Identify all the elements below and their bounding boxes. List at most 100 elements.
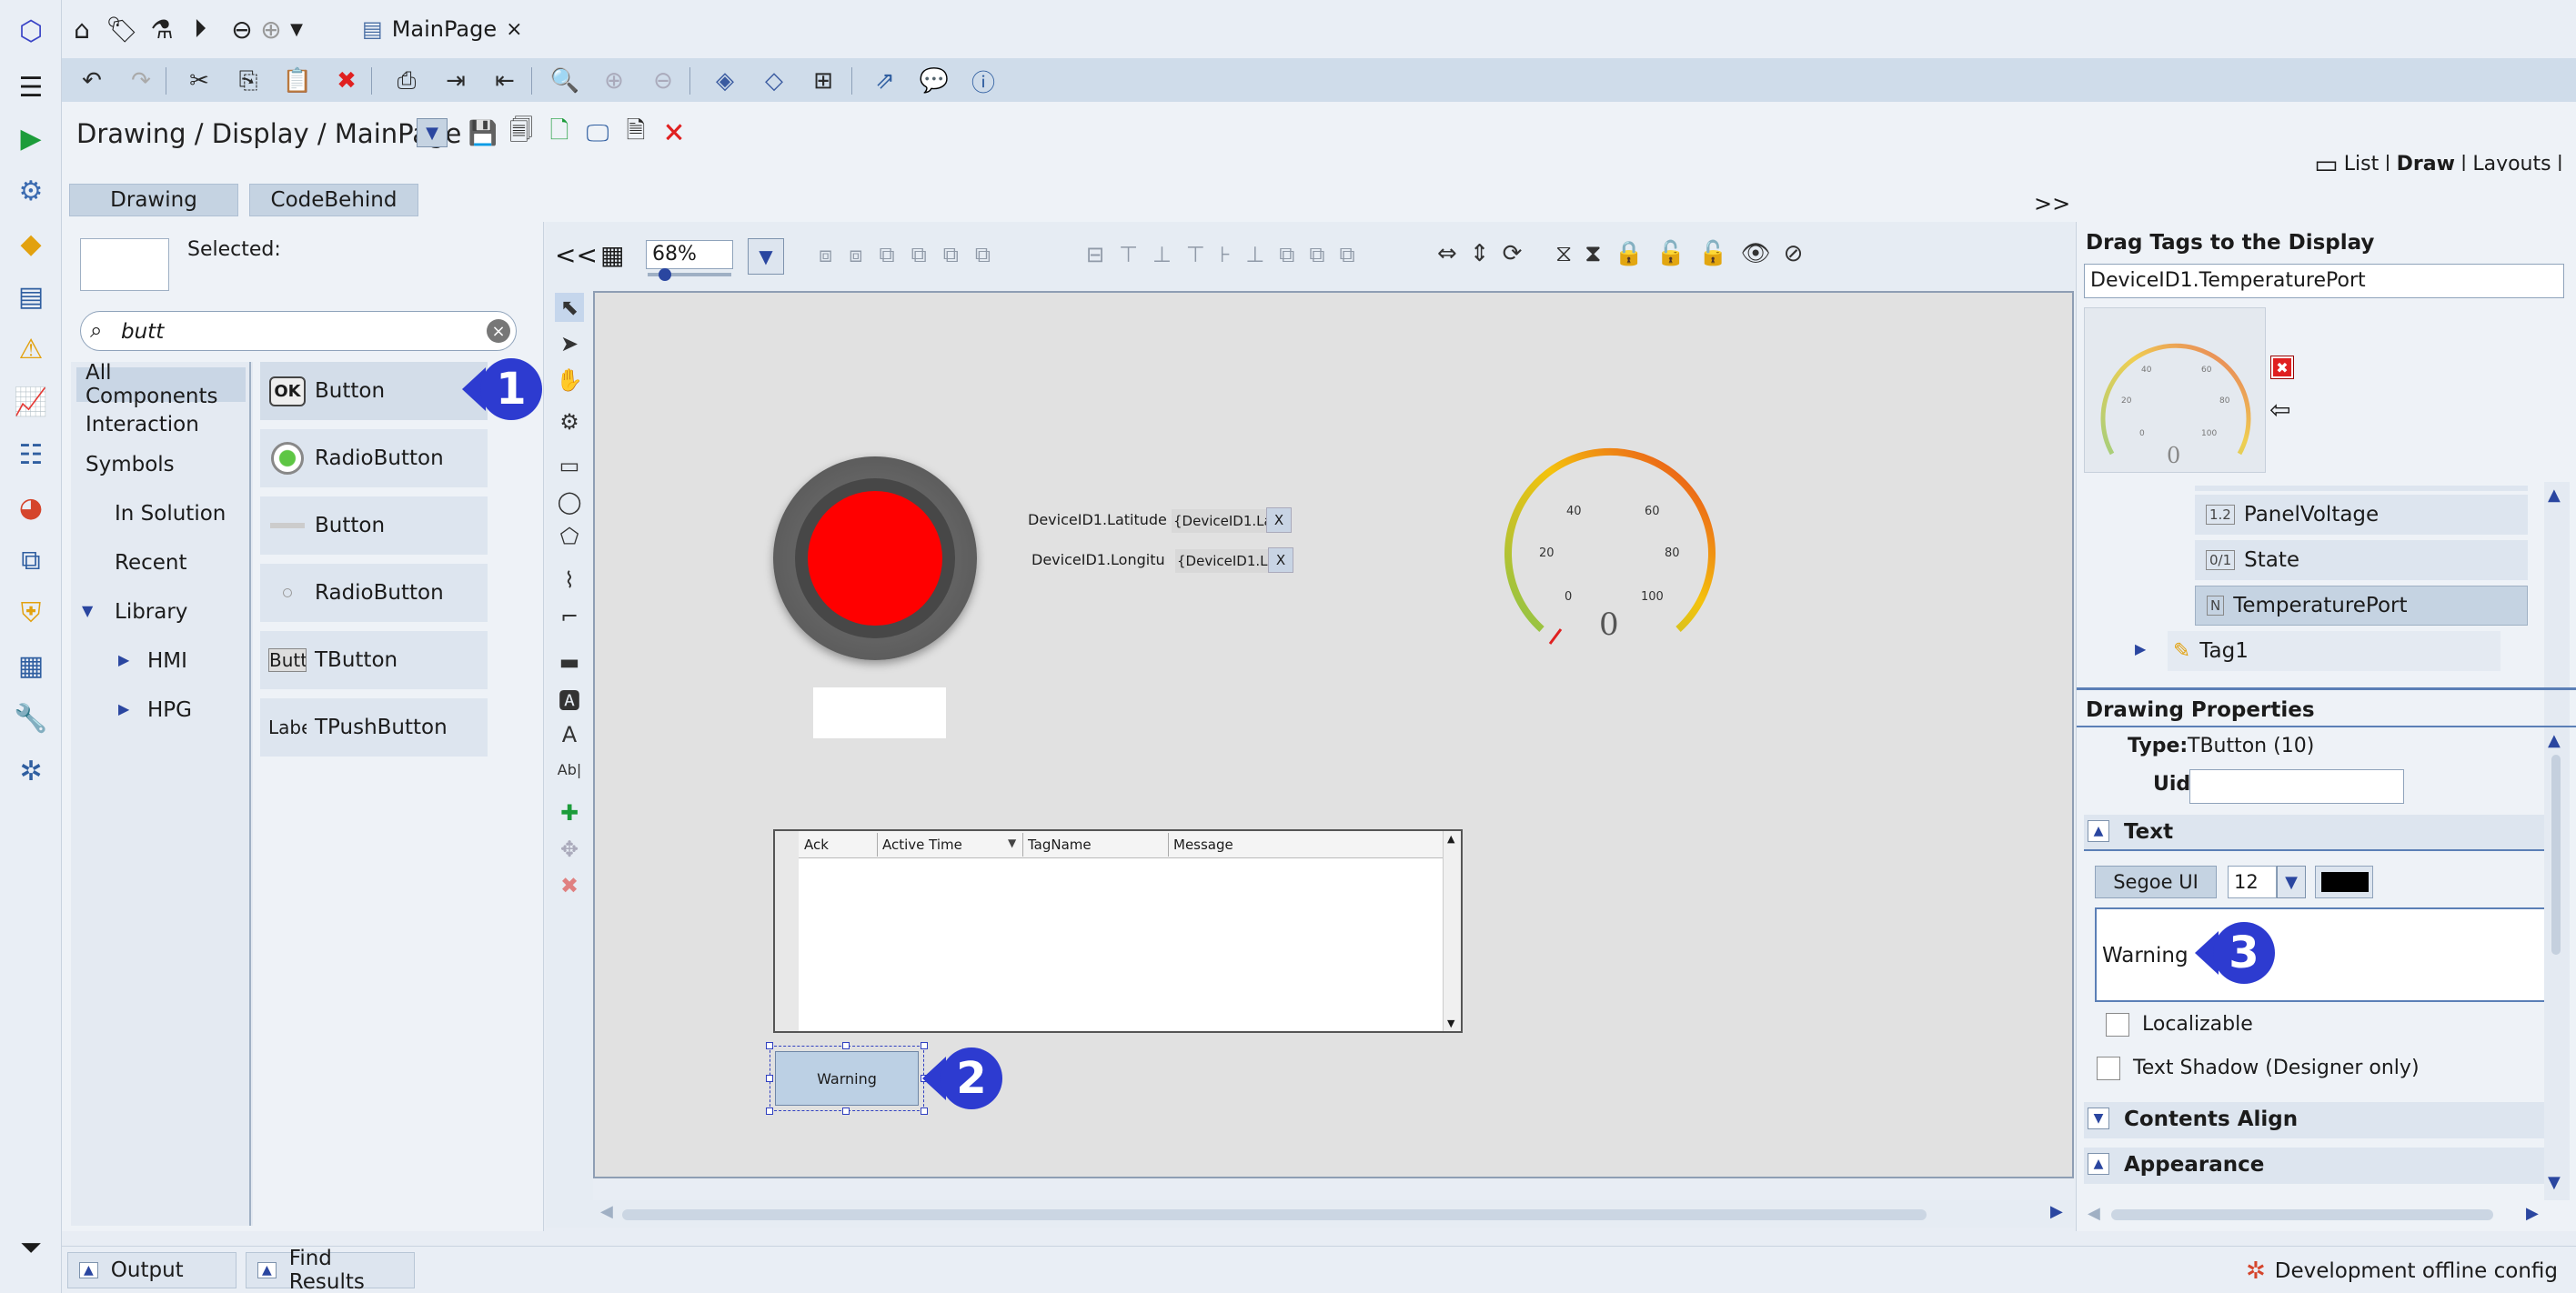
displays-icon[interactable]: ▦ bbox=[13, 647, 49, 684]
collapse-panel-button[interactable]: << bbox=[555, 240, 598, 270]
close-tab-icon[interactable]: × bbox=[506, 18, 522, 41]
output-button[interactable]: ▲ Output bbox=[67, 1252, 236, 1288]
text-tool-icon[interactable]: A bbox=[555, 720, 584, 749]
flip-lock-tools[interactable]: ⧖⧗🔒🔓🔓👁⊘ bbox=[1555, 240, 1816, 268]
search-input[interactable]: butt bbox=[121, 320, 164, 344]
component-item-tpushbutton[interactable]: Labe TPushButton bbox=[260, 698, 488, 757]
copy-icon[interactable]: ⎘ bbox=[233, 65, 264, 96]
properties-icon[interactable]: 🗎 bbox=[620, 117, 651, 149]
push-button-label-box[interactable] bbox=[813, 687, 946, 738]
component-item-tbutton[interactable]: Butt TButton bbox=[260, 631, 488, 689]
select-pointer-icon[interactable]: ⬉ bbox=[555, 293, 584, 322]
font-size-field[interactable]: 12 bbox=[2228, 866, 2277, 898]
zoom-dropdown-button[interactable]: ▼ bbox=[748, 238, 784, 275]
print-icon[interactable]: ⎙ bbox=[391, 65, 422, 96]
cut-icon[interactable]: ✂ bbox=[184, 65, 215, 96]
reports-icon[interactable]: ◕ bbox=[13, 489, 49, 526]
expand-hpg-icon[interactable]: ▶ bbox=[118, 700, 129, 717]
tags-icon[interactable]: ◆ bbox=[13, 226, 49, 262]
help-icon[interactable]: ⓘ bbox=[968, 65, 999, 97]
component-search-field[interactable]: ⌕ butt × bbox=[80, 311, 517, 351]
save-icon[interactable]: 💾 bbox=[468, 118, 498, 149]
text-section-header[interactable]: ▲ Text bbox=[2084, 815, 2557, 851]
settings-gear-icon[interactable]: ⚙ bbox=[13, 173, 49, 209]
component-item-radiobutton[interactable]: RadioButton bbox=[260, 429, 488, 487]
tag-icon[interactable]: 🏷 bbox=[106, 13, 138, 45]
label-tool-icon[interactable]: Ab| bbox=[555, 755, 584, 784]
home-icon[interactable]: ⌂ bbox=[65, 13, 98, 45]
zoom-in-icon[interactable]: ⊕ bbox=[599, 65, 629, 96]
devices-icon[interactable]: ▤ bbox=[13, 278, 49, 315]
zoom-input[interactable]: 68% bbox=[646, 240, 733, 269]
properties-scrollbar[interactable]: ▲ ▼ bbox=[2544, 727, 2570, 1200]
save-all-icon[interactable]: 🗐 bbox=[506, 117, 537, 149]
import-icon[interactable]: ⇥ bbox=[440, 65, 471, 96]
redo-icon[interactable]: ↷ bbox=[126, 65, 156, 96]
tag-item-temperatureport[interactable]: N TemperaturePort bbox=[2195, 586, 2528, 626]
contents-align-section-header[interactable]: ▼ Contents Align bbox=[2084, 1102, 2557, 1138]
scroll-right-icon[interactable]: ▶ bbox=[2050, 1202, 2063, 1221]
grid-icon[interactable]: ▦ bbox=[600, 240, 624, 270]
build-icon[interactable]: ⚗ bbox=[146, 13, 178, 45]
history-dropdown-icon[interactable]: ▼ bbox=[280, 13, 313, 45]
alarm-viewer[interactable]: Ack Active Time ▼ TagName Message ▲ ▼ bbox=[773, 829, 1463, 1033]
tag-folder-tag1[interactable]: ✎ Tag1 bbox=[2168, 631, 2501, 671]
open-external-icon[interactable]: ⇗ bbox=[870, 65, 901, 96]
close-display-icon[interactable]: 🗙 bbox=[659, 117, 689, 149]
historian-icon[interactable]: 📈 bbox=[13, 384, 49, 420]
run-startup-icon[interactable]: ⏵ bbox=[184, 13, 216, 45]
category-interaction[interactable]: Interaction bbox=[76, 407, 246, 442]
add-point-icon[interactable]: ✚ bbox=[555, 798, 584, 827]
component-item-radiobutton-2[interactable]: RadioButton bbox=[260, 564, 488, 622]
properties-horizontal-scrollbar[interactable]: ◀ ▶ bbox=[2084, 1202, 2557, 1226]
resize-handle[interactable] bbox=[766, 1042, 773, 1049]
app-logo-icon[interactable]: ⬡ bbox=[13, 13, 49, 49]
localizable-checkbox[interactable] bbox=[2106, 1013, 2129, 1037]
latitude-value[interactable]: {DeviceID1.Lat bbox=[1172, 509, 1266, 533]
resize-handle[interactable] bbox=[842, 1042, 850, 1049]
find-icon[interactable]: 🔍 bbox=[549, 65, 580, 96]
component-item-button[interactable]: OK Button bbox=[260, 362, 488, 420]
alignment-tools[interactable]: ⊟⊤⊥⊤⊦⊥⧉⧉⧉ bbox=[1086, 242, 1370, 267]
latitude-clear-button[interactable]: X bbox=[1266, 507, 1292, 533]
tag-edit-icon[interactable]: ◇ bbox=[759, 65, 790, 96]
config-status[interactable]: ✲ Development offline config bbox=[2246, 1258, 2558, 1285]
text-shadow-checkbox[interactable] bbox=[2097, 1057, 2120, 1080]
button-tool-icon[interactable]: ▬ bbox=[555, 647, 584, 677]
breadcrumb-dropdown-button[interactable]: ▼ bbox=[417, 118, 448, 147]
transform-tools[interactable]: ⇔⇕⟳ bbox=[1437, 240, 1535, 267]
move-point-icon[interactable]: ✥ bbox=[555, 835, 584, 864]
find-results-button[interactable]: ▲ Find Results bbox=[246, 1247, 415, 1293]
column-active-time[interactable]: Active Time bbox=[882, 837, 962, 853]
tab-codebehind[interactable]: CodeBehind bbox=[249, 184, 418, 216]
expand-panel-button[interactable]: >> bbox=[2034, 191, 2070, 216]
remove-point-icon[interactable]: ✖ bbox=[555, 871, 584, 900]
scroll-thumb[interactable] bbox=[622, 1209, 1927, 1220]
component-item-button-2[interactable]: Button bbox=[260, 496, 488, 555]
datasets-icon[interactable]: ☷ bbox=[13, 436, 49, 473]
new-display-icon[interactable]: 🗋 bbox=[544, 117, 575, 149]
panel-splitter[interactable] bbox=[249, 362, 251, 1226]
scroll-left-icon[interactable]: ◀ bbox=[600, 1202, 613, 1221]
scripts-icon[interactable]: ⧉ bbox=[13, 542, 49, 578]
properties-gear-icon[interactable]: ⚙ bbox=[555, 407, 584, 436]
red-push-button[interactable] bbox=[773, 456, 977, 660]
resize-handle[interactable] bbox=[766, 1075, 773, 1082]
comment-icon[interactable]: 💬 bbox=[919, 65, 950, 96]
tab-drawing[interactable]: Drawing bbox=[69, 184, 238, 216]
resize-handle[interactable] bbox=[766, 1108, 773, 1115]
apply-tag-arrow-icon[interactable]: ⇦ bbox=[2269, 395, 2290, 425]
polygon-tool-icon[interactable]: ⬠ bbox=[555, 522, 584, 551]
alarm-vertical-scrollbar[interactable]: ▲ ▼ bbox=[1443, 831, 1461, 1031]
expand-contents-align-icon[interactable]: ▼ bbox=[2088, 1108, 2109, 1129]
tag-item-state[interactable]: 0/1 State bbox=[2195, 540, 2528, 580]
tag-item-panelvoltage[interactable]: 1.2 PanelVoltage bbox=[2195, 495, 2528, 535]
tools-icon[interactable]: 🔧 bbox=[13, 700, 49, 737]
hierarchy-icon[interactable]: ⊞ bbox=[808, 65, 839, 96]
ellipse-tool-icon[interactable]: ◯ bbox=[555, 487, 584, 516]
hamburger-menu-icon[interactable]: ☰ bbox=[13, 69, 49, 105]
uid-field[interactable] bbox=[2189, 769, 2404, 804]
filter-icon[interactable]: ⏷ bbox=[13, 1229, 49, 1266]
remove-tag-icon[interactable]: ✖ bbox=[2271, 356, 2293, 378]
collapse-appearance-icon[interactable]: ▲ bbox=[2088, 1153, 2109, 1175]
